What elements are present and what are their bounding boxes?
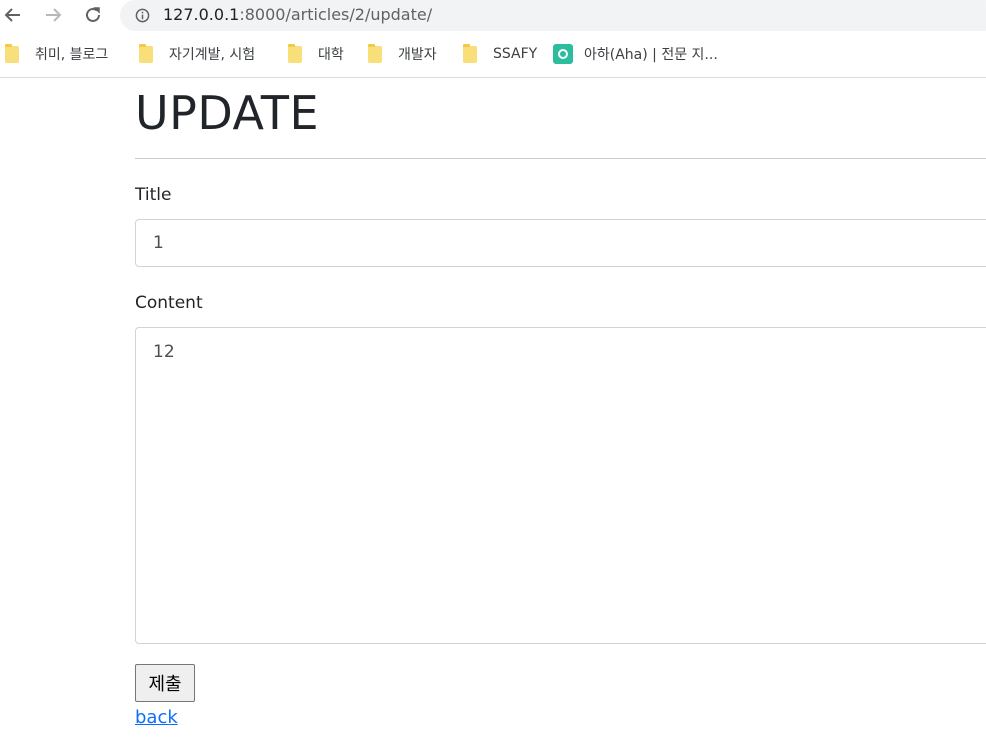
content-label: Content [135,293,203,313]
forward-arrow-icon[interactable] [40,2,66,28]
folder-icon [368,43,382,63]
content-textarea[interactable]: 12 [135,327,986,644]
browser-chrome: 127.0.0.1:8000/articles/2/update/ 취미, 블로… [0,0,986,78]
folder-icon [5,43,19,63]
aha-logo-icon [553,44,573,64]
title-input[interactable]: 1 [135,219,986,267]
info-icon[interactable] [135,8,150,23]
bookmark-hobby-blog[interactable]: 취미, 블로그 [5,43,109,64]
bookmarks-bar: 취미, 블로그 자기계발, 시험 대학 개발자 SSAFY 아하(Aha) | … [0,40,986,68]
url-host: 127.0.0.1 [163,5,240,24]
url-path: :8000/articles/2/update/ [239,5,433,24]
bookmark-label: 취미, 블로그 [35,47,109,63]
bookmark-developer[interactable]: 개발자 [368,43,437,64]
bookmark-university[interactable]: 대학 [288,43,344,64]
title-label: Title [135,185,172,205]
page-title: UPDATE [135,86,320,140]
bookmark-label: 대학 [318,47,344,63]
bookmark-label: 자기계발, 시험 [169,47,256,63]
folder-icon [463,43,477,63]
reload-icon[interactable] [80,2,106,28]
folder-icon [288,43,302,63]
bookmark-label: SSAFY [493,46,538,62]
bookmark-label: 개발자 [398,47,437,63]
submit-button[interactable]: 제출 [135,664,195,702]
bookmark-ssafy[interactable]: SSAFY [463,43,538,64]
address-bar[interactable]: 127.0.0.1:8000/articles/2/update/ [120,0,986,31]
folder-icon [139,43,153,63]
bookmark-label: 아하(Aha) | 전문 지... [584,47,718,63]
divider [135,158,986,159]
bookmark-self-development[interactable]: 자기계발, 시험 [139,43,256,64]
url-text: 127.0.0.1:8000/articles/2/update/ [163,5,432,25]
bookmark-aha[interactable]: 아하(Aha) | 전문 지... [553,44,718,64]
back-arrow-icon[interactable] [0,2,26,28]
back-link[interactable]: back [135,706,178,730]
